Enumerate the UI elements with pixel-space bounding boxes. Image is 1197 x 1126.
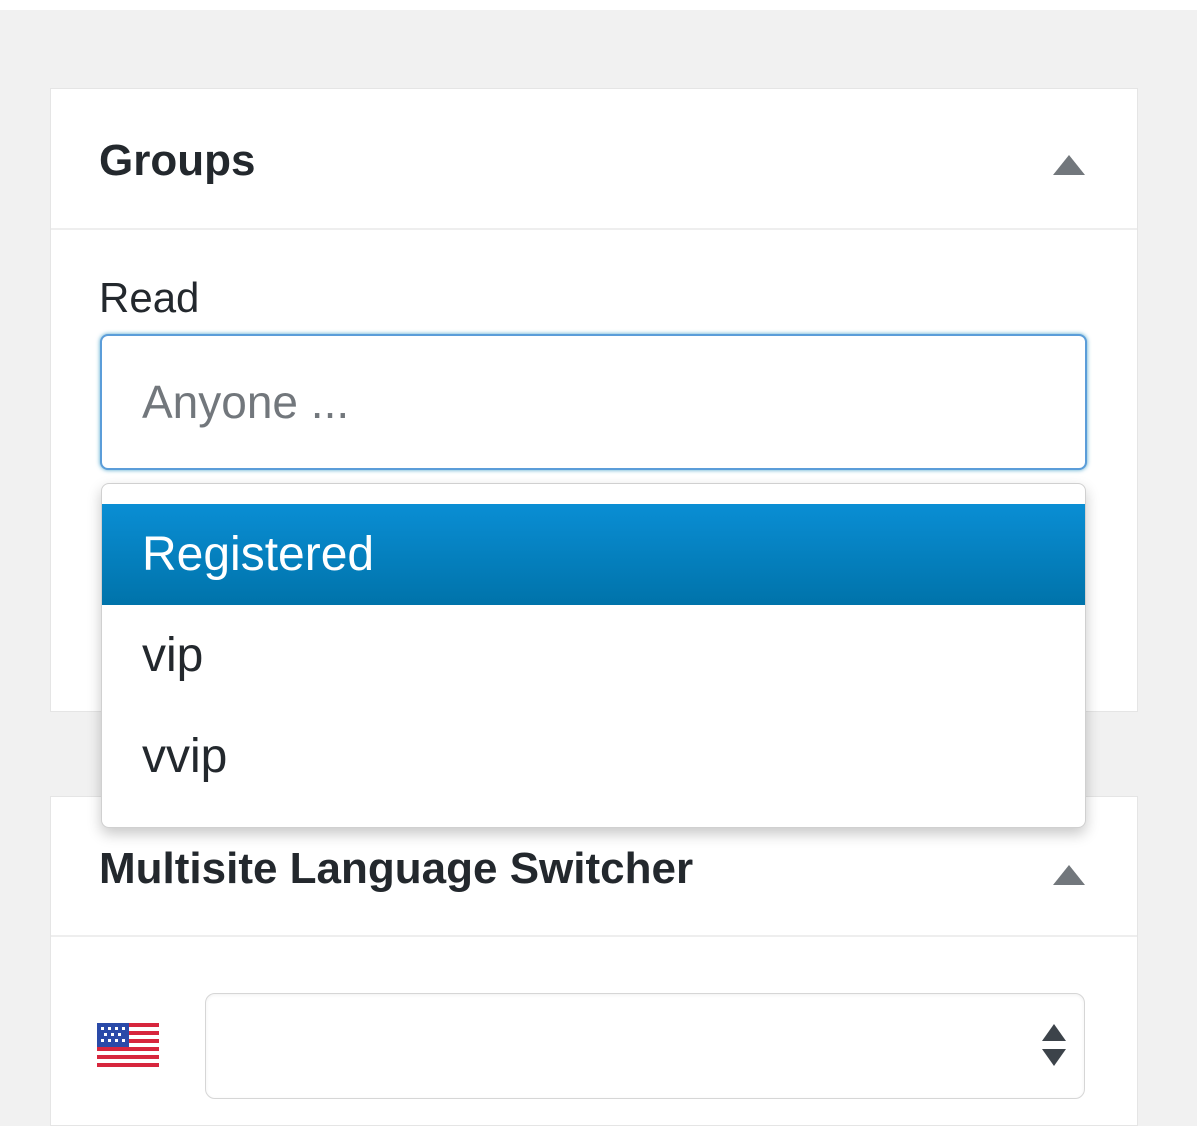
read-label: Read [99, 274, 200, 321]
top-strip [0, 0, 1197, 10]
dropdown-option-vvip[interactable]: vvip [102, 706, 1085, 807]
msls-panel: Multisite Language Switcher [50, 796, 1138, 1126]
msls-panel-title: Multisite Language Switcher [99, 844, 694, 893]
select-arrows-icon [1040, 1020, 1068, 1072]
read-groups-input[interactable] [100, 334, 1087, 470]
language-select[interactable] [205, 993, 1085, 1099]
groups-panel-title: Groups [99, 136, 256, 185]
dropdown-options: Registered vip vvip [102, 484, 1085, 807]
dropdown-option-registered[interactable]: Registered [102, 504, 1085, 605]
us-flag-icon [97, 1023, 159, 1067]
triangle-up-icon[interactable] [1053, 865, 1085, 885]
triangle-up-icon[interactable] [1053, 155, 1085, 175]
groups-panel-header[interactable]: Groups [51, 89, 1137, 230]
read-groups-dropdown: Registered vip vvip [101, 483, 1086, 828]
dropdown-option-vip[interactable]: vip [102, 605, 1085, 706]
